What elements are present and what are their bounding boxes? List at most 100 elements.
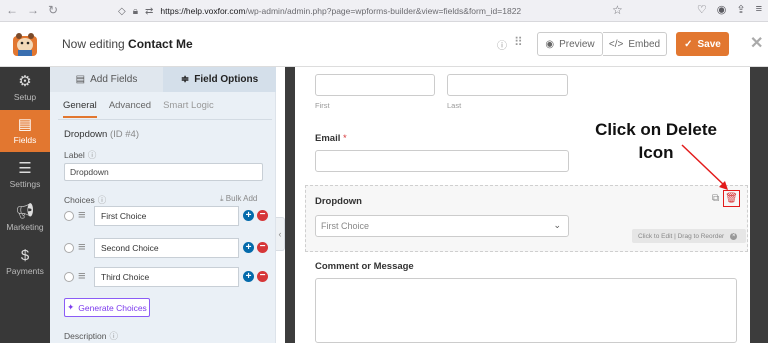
bear-logo-icon [13,32,37,56]
bookmark-star-icon[interactable]: ☆ [612,3,623,17]
subtab-advanced[interactable]: Advanced [109,100,151,118]
list-icon: ▤ [75,74,86,85]
remove-choice-icon[interactable]: − [257,242,268,253]
megaphone-icon: 📢︎ [15,203,35,220]
drag-handle-icon[interactable]: ≡ [78,239,86,254]
email-input[interactable] [315,150,569,172]
embed-button[interactable]: </> Embed [603,32,667,56]
choice-row: ≡ Third Choice + − [64,267,269,287]
delete-field-button[interactable]: 🗑︎ [723,190,740,207]
eye-icon: ◉ [545,38,555,50]
wpforms-logo [0,22,50,67]
help-icon[interactable]: ⓘ [110,331,119,341]
dropdown-label: Dropdown [315,196,362,207]
share-icon[interactable]: ⇪ [736,3,745,16]
label-caption: Label ⓘ [64,150,97,160]
add-choice-icon[interactable]: + [243,210,254,221]
gear-icon: ⚙ [18,73,32,90]
default-radio[interactable] [64,272,74,282]
close-icon[interactable]: × [730,232,738,240]
sidebar-item-fields[interactable]: ▤ Fields [0,110,50,152]
first-name-input[interactable] [315,74,435,96]
required-mark: * [343,133,347,144]
help-icon[interactable]: ⓘ [98,195,107,205]
generate-choices-button[interactable]: ✦ Generate Choices [64,298,150,317]
lock-icon: 🔒︎ [132,5,139,17]
check-icon: ✓ [684,38,693,50]
choice-input[interactable]: Second Choice [94,238,239,258]
remove-choice-icon[interactable]: − [257,210,268,221]
subtab-smart-logic[interactable]: Smart Logic [163,100,214,118]
first-sublabel: First [315,101,330,110]
collapse-panel-toggle[interactable]: ‹ [276,217,285,251]
tab-field-options[interactable]: ≑ Field Options [163,67,276,92]
field-title: Dropdown (ID #4) [64,129,139,140]
dropdown-select[interactable]: First Choice ⌄ [315,215,569,237]
sidebar-item-payments[interactable]: $ Payments [0,241,50,283]
help-icon[interactable]: ⓘ [497,37,507,52]
close-icon[interactable]: ✕ [750,33,763,53]
dollar-icon: $ [20,247,30,264]
sidebar-item-settings[interactable]: ☰ Settings [0,154,50,196]
extension-icon[interactable]: ◉ [717,3,727,16]
sidebar-item-marketing[interactable]: 📢︎ Marketing [0,197,50,239]
subtab-general[interactable]: General [63,100,97,118]
comment-label: Comment or Message [315,261,414,272]
choices-caption: Choices ⓘ [64,195,107,205]
sidebar-item-setup[interactable]: ⚙ Setup [0,67,50,109]
chevron-down-icon: ⌄ [553,220,561,230]
builder-sidebar: ⚙ Setup ▤ Fields ☰ Settings 📢︎ Marketing… [0,67,50,343]
drag-handle-icon[interactable]: ≡ [78,268,86,283]
save-button[interactable]: ✓ Save [676,32,729,56]
back-icon[interactable]: ← [6,3,18,17]
address-bar[interactable]: ◇ 🔒︎ ⇄ https://help.voxfor.com /wp-admin… [118,0,638,22]
shield-icon: ◇ [118,5,126,17]
reload-icon[interactable]: ↻ [48,3,58,17]
remove-choice-icon[interactable]: − [257,271,268,282]
fields-icon: ▤ [17,116,33,133]
browser-icons: ♡ ◉ ⇪ ≡ [697,3,762,16]
divider [58,119,272,120]
description-caption: Description ⓘ [64,331,119,341]
default-radio[interactable] [64,211,74,221]
choice-row: ≡ Second Choice + − [64,238,269,258]
last-sublabel: Last [447,101,462,110]
bulk-add-link[interactable]: ⤓ Bulk Add [220,194,257,204]
sliders-icon: ☰ [18,160,32,177]
preview-button[interactable]: ◉ Preview [537,32,603,56]
label-input[interactable]: Dropdown [64,163,263,181]
page-title: Now editing Contact Me [62,37,193,51]
sparkle-icon: ✦ [67,302,75,312]
panel-tabs: ▤ Add Fields ≑ Field Options [50,67,276,92]
sliders-icon: ≑ [180,74,190,85]
trash-icon: 🗑︎ [725,193,738,204]
choice-input[interactable]: First Choice [94,206,239,226]
duplicate-icon[interactable]: ⧉ [712,193,719,204]
grid-icon[interactable]: ⠿ [514,35,523,49]
comment-textarea[interactable] [315,278,737,343]
callout-text: Click on Delete Icon [595,120,717,162]
choice-input[interactable]: Third Choice [94,267,239,287]
download-icon: ⤓ [220,194,224,203]
help-icon[interactable]: ⓘ [88,150,97,160]
email-label: Email * [315,133,347,144]
reorder-hint: Click to Edit | Drag to Reorder × [632,229,746,243]
option-subtabs: General Advanced Smart Logic [63,100,214,118]
browser-toolbar: ← → ↻ ◇ 🔒︎ ⇄ https://help.voxfor.com /wp… [0,0,768,22]
field-options-panel: ▤ Add Fields ≑ Field Options General Adv… [50,67,276,343]
menu-icon[interactable]: ≡ [756,3,762,16]
default-radio[interactable] [64,243,74,253]
add-choice-icon[interactable]: + [243,242,254,253]
add-choice-icon[interactable]: + [243,271,254,282]
forward-icon[interactable]: → [27,3,39,17]
last-name-input[interactable] [447,74,568,96]
url-path: /wp-admin/admin.php?page=wpforms-builder… [245,6,522,16]
drag-handle-icon[interactable]: ≡ [78,207,86,222]
url-host: https://help.voxfor.com [160,6,246,16]
pocket-icon[interactable]: ♡ [697,3,707,16]
code-icon: </> [608,38,624,50]
permissions-icon: ⇄ [145,5,154,17]
form-name: Contact Me [128,37,193,51]
choice-row: ≡ First Choice + − [64,206,269,226]
tab-add-fields[interactable]: ▤ Add Fields [50,67,163,92]
